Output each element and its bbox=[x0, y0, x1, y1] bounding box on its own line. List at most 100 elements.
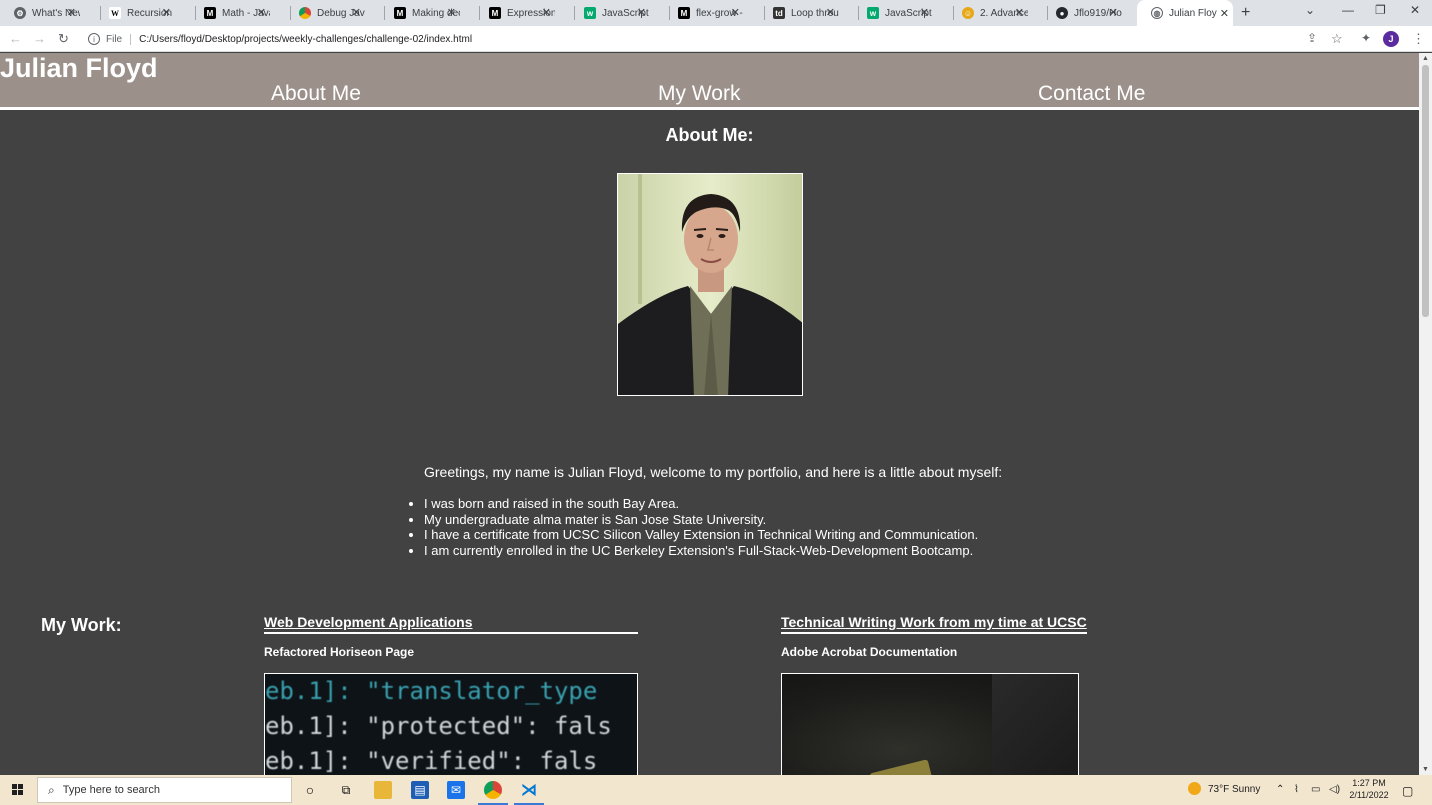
web-dev-heading: Web Development Applications bbox=[264, 614, 638, 634]
back-arrow-icon[interactable]: ← bbox=[9, 31, 22, 46]
tab-5[interactable]: M Expressions ✕ bbox=[475, 2, 555, 24]
list-item: I was born and raised in the south Bay A… bbox=[424, 496, 978, 512]
search-placeholder: Type here to search bbox=[62, 784, 160, 796]
search-icon: ⌕ bbox=[48, 782, 55, 797]
settings-icon: ⚙ bbox=[14, 7, 26, 19]
battery-icon[interactable]: ▭ bbox=[1311, 784, 1320, 795]
tray-chevron-icon[interactable]: ⌃ bbox=[1276, 784, 1284, 795]
chrome-taskbar-icon[interactable] bbox=[478, 781, 508, 805]
shadow-shape bbox=[992, 674, 1078, 775]
menu-kebab-icon[interactable]: ⋮ bbox=[1412, 31, 1425, 47]
tab-8[interactable]: td Loop throu ✕ bbox=[759, 2, 839, 24]
code-line: eb.1]: "translator_type bbox=[265, 677, 598, 705]
tab-10[interactable]: ☺ 2. Advance ✕ bbox=[948, 2, 1028, 24]
close-window-button[interactable]: ✕ bbox=[1410, 3, 1420, 17]
tab-7[interactable]: M flex-grow - ✕ bbox=[664, 2, 744, 24]
page-scrollbar[interactable]: ▲ ▼ bbox=[1419, 53, 1432, 775]
globe-icon: ◍ bbox=[1151, 7, 1163, 19]
store-icon[interactable]: ▤ bbox=[411, 781, 429, 799]
reload-icon[interactable]: ↻ bbox=[58, 31, 69, 47]
restore-button[interactable]: ❐ bbox=[1375, 3, 1386, 17]
code-line: eb.1]: "verified": fals bbox=[265, 747, 598, 775]
clock-time: 1:27 PM bbox=[1352, 778, 1386, 788]
techiedelight-icon: td bbox=[773, 7, 785, 19]
nav-my-work[interactable]: My Work bbox=[658, 82, 740, 106]
close-tab-icon[interactable]: ✕ bbox=[826, 6, 835, 19]
nav-about-me[interactable]: About Me bbox=[271, 82, 361, 106]
file-explorer-icon[interactable] bbox=[374, 781, 392, 799]
tab-9[interactable]: w JavaScript th ✕ bbox=[853, 2, 933, 24]
close-tab-icon[interactable]: ✕ bbox=[67, 6, 76, 19]
profile-photo bbox=[617, 173, 803, 396]
list-item: I have a certificate from UCSC Silicon V… bbox=[424, 527, 978, 543]
windows-start-icon[interactable] bbox=[12, 784, 24, 796]
close-tab-icon[interactable]: ✕ bbox=[731, 6, 740, 19]
close-tab-icon[interactable]: ✕ bbox=[447, 6, 456, 19]
close-tab-icon[interactable]: ✕ bbox=[542, 6, 551, 19]
url-scheme: File bbox=[106, 33, 132, 45]
site-info-icon[interactable]: i bbox=[88, 33, 100, 45]
scrollbar-thumb[interactable] bbox=[1422, 65, 1429, 317]
close-tab-icon[interactable]: ✕ bbox=[352, 6, 361, 19]
mdn-icon: M bbox=[394, 7, 406, 19]
tab-4[interactable]: M Making dec ✕ bbox=[380, 2, 460, 24]
tab-3[interactable]: Debug Java ✕ bbox=[285, 2, 365, 24]
close-tab-icon[interactable]: ✕ bbox=[257, 6, 266, 19]
document-object bbox=[869, 759, 935, 775]
tab-search-icon[interactable]: ⌄ bbox=[1305, 3, 1315, 17]
site-title: Julian Floyd bbox=[0, 53, 158, 83]
course-icon: ☺ bbox=[962, 7, 974, 19]
scroll-up-icon[interactable]: ▲ bbox=[1422, 55, 1429, 62]
nav-contact-me[interactable]: Contact Me bbox=[1038, 82, 1145, 106]
web-dev-item-title: Refactored Horiseon Page bbox=[264, 645, 415, 659]
tab-6[interactable]: w JavaScript A ✕ bbox=[570, 2, 650, 24]
weather-text[interactable]: 73°F Sunny bbox=[1208, 784, 1260, 795]
site-header: Julian Floyd About Me My Work Contact Me bbox=[0, 53, 1419, 110]
mdn-icon: M bbox=[204, 7, 216, 19]
network-icon[interactable]: ⌇ bbox=[1294, 784, 1299, 795]
task-view-icon[interactable]: ⧉ bbox=[337, 781, 355, 799]
tab-0[interactable]: ⚙ What's New ✕ bbox=[0, 2, 80, 24]
minimize-button[interactable]: — bbox=[1342, 3, 1354, 17]
github-icon: ● bbox=[1056, 7, 1068, 19]
notifications-icon[interactable]: ▢ bbox=[1402, 784, 1413, 798]
profile-avatar[interactable]: J bbox=[1383, 31, 1399, 47]
about-heading: About Me: bbox=[665, 125, 754, 145]
scroll-down-icon[interactable]: ▼ bbox=[1422, 766, 1429, 773]
w3schools-icon: w bbox=[867, 7, 879, 19]
horiseon-thumbnail[interactable]: eb.1]: "translator_type eb.1]: "protecte… bbox=[264, 673, 638, 775]
about-intro: Greetings, my name is Julian Floyd, welc… bbox=[424, 464, 1003, 480]
about-facts-list: I was born and raised in the south Bay A… bbox=[424, 496, 978, 558]
address-bar[interactable]: i File C:/Users/floyd/Desktop/projects/w… bbox=[80, 29, 1330, 49]
taskbar-search[interactable]: ⌕ Type here to search bbox=[37, 777, 292, 803]
share-icon[interactable]: ⇪ bbox=[1307, 31, 1317, 45]
page-viewport: Julian Floyd About Me My Work Contact Me… bbox=[0, 53, 1419, 775]
tech-writing-item-title: Adobe Acrobat Documentation bbox=[781, 645, 958, 659]
url-text: C:/Users/floyd/Desktop/projects/weekly-c… bbox=[139, 33, 473, 45]
acrobat-thumbnail[interactable] bbox=[781, 673, 1079, 775]
cortana-icon[interactable]: ○ bbox=[301, 781, 319, 799]
close-tab-icon[interactable]: ✕ bbox=[1109, 6, 1118, 19]
close-tab-icon[interactable]: ✕ bbox=[1220, 7, 1229, 20]
close-tab-icon[interactable]: ✕ bbox=[920, 6, 929, 19]
list-item: My undergraduate alma mater is San Jose … bbox=[424, 512, 978, 528]
mdn-icon: M bbox=[678, 7, 690, 19]
tab-active[interactable]: ◍ Julian Floyd ✕ bbox=[1137, 0, 1233, 26]
new-tab-button[interactable]: + bbox=[1241, 4, 1250, 22]
close-tab-icon[interactable]: ✕ bbox=[637, 6, 646, 19]
taskbar-clock[interactable]: 1:27 PM 2/11/2022 bbox=[1344, 777, 1394, 801]
tab-2[interactable]: M Math - Java ✕ bbox=[190, 2, 270, 24]
tab-1[interactable]: W Recursion (c ✕ bbox=[95, 2, 175, 24]
forward-arrow-icon[interactable]: → bbox=[33, 31, 46, 46]
mdn-icon: M bbox=[489, 7, 501, 19]
mail-icon[interactable]: ✉ bbox=[447, 781, 465, 799]
tab-11[interactable]: ● Jflo919/Hor ✕ bbox=[1042, 2, 1122, 24]
extensions-puzzle-icon[interactable]: ✦ bbox=[1361, 31, 1371, 45]
bookmark-star-icon[interactable]: ☆ bbox=[1331, 31, 1343, 47]
code-screenshot: eb.1]: "translator_type eb.1]: "protecte… bbox=[265, 674, 637, 775]
volume-icon[interactable]: ◁) bbox=[1329, 784, 1340, 795]
close-tab-icon[interactable]: ✕ bbox=[1015, 6, 1024, 19]
vscode-icon[interactable]: ⋊ bbox=[514, 781, 544, 805]
tech-writing-heading: Technical Writing Work from my time at U… bbox=[781, 614, 1087, 634]
close-tab-icon[interactable]: ✕ bbox=[162, 6, 171, 19]
